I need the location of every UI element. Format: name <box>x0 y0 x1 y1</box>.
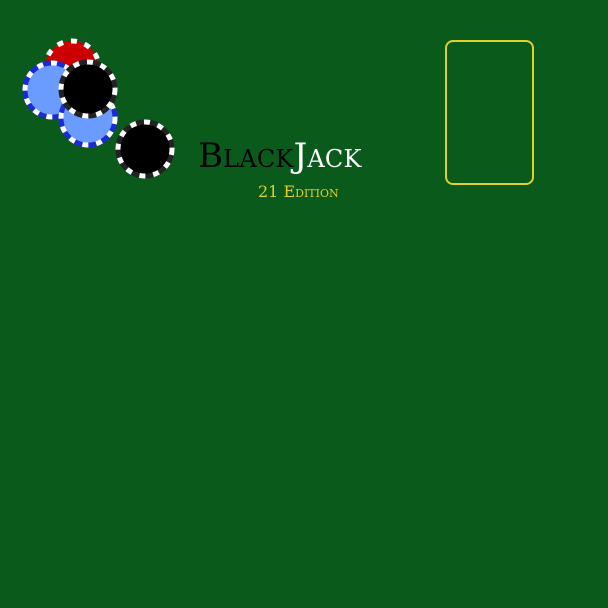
black-chip[interactable] <box>115 119 175 179</box>
game-title: BlackJack <box>198 136 398 176</box>
game-subtitle: 21 Edition <box>258 182 339 201</box>
title-part-black: Black <box>198 136 294 176</box>
title-part-white: Jack <box>293 136 362 176</box>
blackjack-table: BlackJack 21 Edition <box>0 0 608 608</box>
card-deck-slot[interactable] <box>445 40 534 185</box>
black-chip[interactable] <box>58 59 118 119</box>
